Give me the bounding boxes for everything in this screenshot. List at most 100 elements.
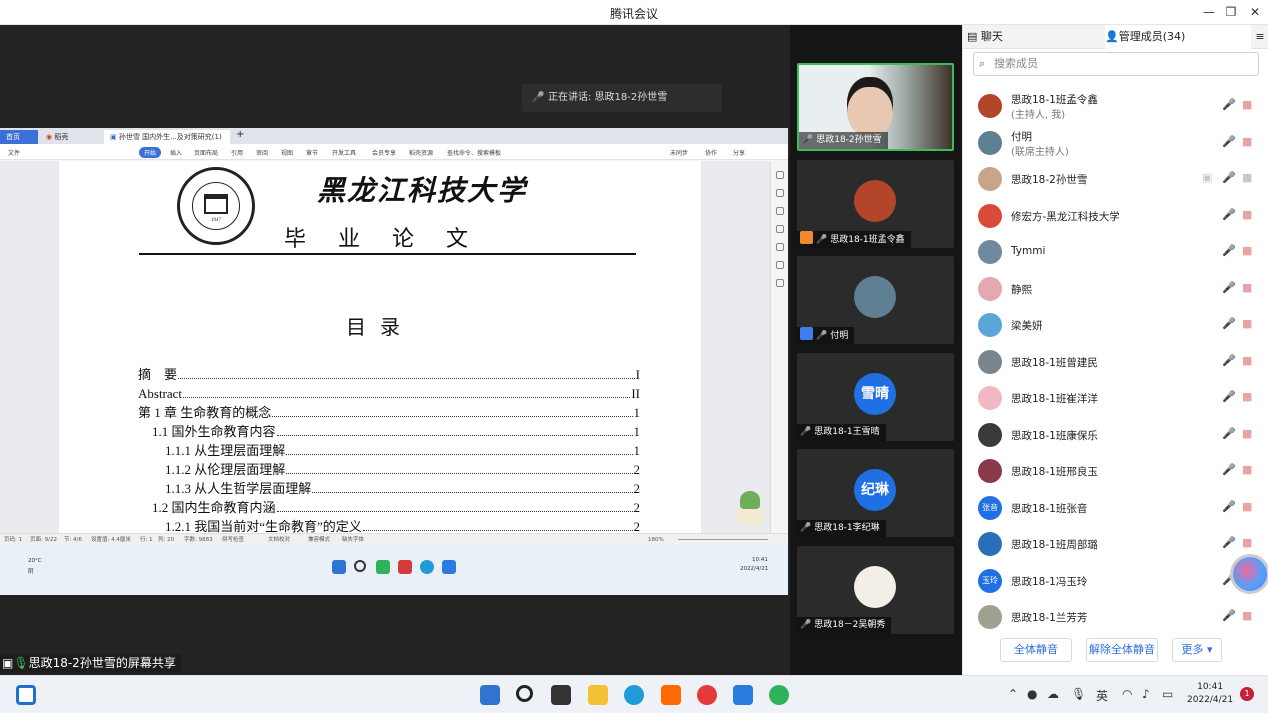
mic-muted-icon[interactable]: 🎤 — [1222, 354, 1236, 367]
menu-layout[interactable]: 页面布局 — [194, 148, 218, 157]
mic-muted-icon[interactable]: 🎤 — [1222, 244, 1236, 257]
task-view-icon[interactable] — [551, 685, 571, 705]
mic-muted-icon[interactable]: 🎤 — [1222, 98, 1236, 111]
side-tool-icon[interactable] — [776, 189, 784, 197]
remote-wps-icon[interactable] — [398, 560, 412, 574]
toc-entry[interactable]: 1.2 国内生命教育内涵 2 — [138, 498, 640, 517]
menu-section[interactable]: 章节 — [306, 148, 318, 157]
close-button[interactable]: ✕ — [1242, 3, 1268, 21]
menu-share[interactable]: 分享 — [733, 148, 745, 157]
wifi-icon[interactable]: ◠ — [1122, 687, 1132, 701]
menu-refs[interactable]: 引用 — [231, 148, 243, 157]
toc-entry[interactable]: 摘 要I — [138, 365, 640, 384]
member-search-input[interactable]: ⌕ 搜索成员 — [973, 52, 1259, 76]
mic-muted-icon[interactable]: 🎤 — [1222, 317, 1236, 330]
ime-indicator[interactable]: 英 — [1096, 687, 1108, 704]
video-off-icon[interactable]: ■ — [1242, 390, 1252, 403]
video-tile[interactable]: 🎤 付明 — [797, 256, 954, 344]
new-tab-icon[interactable]: + — [236, 129, 244, 140]
mic-muted-icon[interactable]: 🎤 — [1222, 135, 1236, 148]
side-tool-icon[interactable] — [776, 225, 784, 233]
video-tile[interactable]: 🎤 思政18-2孙世雪 — [797, 63, 954, 151]
document-page[interactable]: 1947 黑龙江科技大学 毕业论文 目录 摘 要 I Abstract II 第 1 章… — [59, 161, 701, 533]
document-area[interactable]: 1947 黑龙江科技大学 毕业论文 目录 摘 要 I Abstract II 第 1 章… — [0, 161, 770, 533]
member-row[interactable]: Tymmi 🎤 ■ — [963, 234, 1268, 271]
video-off-icon[interactable]: ■ — [1242, 317, 1252, 330]
mic-muted-icon[interactable]: 🎤 — [1222, 390, 1236, 403]
menu-resource[interactable]: 稻壳资源 — [409, 148, 433, 157]
side-tool-icon[interactable] — [776, 243, 784, 251]
unmute-all-button[interactable]: 解除全体静音 — [1086, 638, 1158, 662]
search-taskbar-icon[interactable] — [516, 685, 533, 702]
tab-members[interactable]: 👤管理成员(34) — [1105, 25, 1251, 49]
video-off-icon[interactable]: ■ — [1242, 208, 1252, 221]
video-off-icon[interactable]: ■ — [1242, 98, 1252, 111]
toc-entry[interactable]: 第 1 章 生命教育的概念 1 — [138, 403, 640, 422]
zoom-slider[interactable] — [678, 539, 768, 540]
qq-icon[interactable]: ● — [1027, 687, 1037, 701]
video-off-icon[interactable]: ■ — [1242, 500, 1252, 513]
member-row[interactable]: 付明 (联席主持人) 🎤 ■ — [963, 125, 1268, 162]
menu-devtools[interactable]: 开发工具 — [332, 148, 356, 157]
floating-assistant-icon[interactable] — [1233, 557, 1267, 591]
video-off-icon[interactable]: ■ — [1242, 609, 1252, 622]
wps-tab-docer[interactable]: ◉ 稻壳 — [40, 130, 100, 144]
toc-entry[interactable]: 1.2.1 我国当前对“生命教育”的定义 2 — [138, 517, 640, 533]
toc-entry[interactable]: 1.1.2 从伦理层面理解 2 — [138, 460, 640, 479]
video-tile[interactable]: 🎤 思政18-1班孟令鑫 — [797, 160, 954, 248]
file-explorer-icon[interactable] — [588, 685, 608, 705]
more-button[interactable]: 更多 ▾ — [1172, 638, 1222, 662]
member-row[interactable]: 思政18-2孙世雪 ▣ 🎤 ■ — [963, 161, 1268, 198]
menu-review[interactable]: 审阅 — [256, 148, 268, 157]
member-row[interactable]: 思政18-1兰芳芳 🎤 ■ — [963, 599, 1268, 636]
microphone-icon[interactable]: 🎙 — [1071, 687, 1086, 701]
taskbar-clock[interactable]: 10:41 2022/4/21 — [1187, 681, 1233, 707]
start-icon[interactable] — [480, 685, 500, 705]
chevron-up-icon[interactable]: ⌃ — [1008, 687, 1018, 701]
wechat-icon[interactable] — [769, 685, 789, 705]
menu-insert[interactable]: 插入 — [170, 148, 182, 157]
command-search[interactable]: 查找命令、搜索模板 — [447, 148, 501, 157]
notification-badge[interactable]: 1 — [1240, 687, 1254, 701]
member-row[interactable]: 张音 思政18-1班张音 🎤 ■ — [963, 490, 1268, 527]
video-off-icon[interactable]: ■ — [1242, 427, 1252, 440]
video-tile[interactable]: 纪琳 🎤 思政18-1李纪琳 — [797, 449, 954, 537]
video-off-icon[interactable]: ■ — [1242, 135, 1252, 148]
mic-icon[interactable]: 🎤 — [1222, 208, 1236, 221]
video-off-icon[interactable]: ■ — [1242, 463, 1252, 476]
video-on-icon[interactable]: ■ — [1242, 171, 1252, 184]
volume-icon[interactable]: ♪ — [1142, 687, 1150, 701]
edge-icon[interactable] — [624, 685, 644, 705]
member-row[interactable]: 思政18-1班周部璐 🎤 ■ — [963, 526, 1268, 563]
toc-entry[interactable]: Abstract II — [138, 384, 640, 403]
video-off-icon[interactable]: ■ — [1242, 536, 1252, 549]
mic-muted-icon[interactable]: 🎤 — [1222, 536, 1236, 549]
member-row[interactable]: 修宏方-黑龙江科技大学 🎤 ■ — [963, 198, 1268, 235]
mute-all-button[interactable]: 全体静音 — [1000, 638, 1072, 662]
mic-muted-icon[interactable]: 🎤 — [1222, 427, 1236, 440]
side-tool-icon[interactable] — [776, 279, 784, 287]
toc-entry[interactable]: 1.1.3 从人生哲学层面理解 2 — [138, 479, 640, 498]
remote-start-icon[interactable] — [332, 560, 346, 574]
cloud-icon[interactable]: ☁ — [1047, 687, 1059, 701]
toc-entry[interactable]: 1.1.1 从生理层面理解 1 — [138, 441, 640, 460]
side-tool-icon[interactable] — [776, 261, 784, 269]
menu-view[interactable]: 视图 — [281, 148, 293, 157]
desktop-plant-widget[interactable] — [730, 491, 770, 535]
mic-on-icon[interactable]: 🎤 — [1222, 171, 1236, 184]
mic-muted-icon[interactable]: 🎤 — [1222, 281, 1236, 294]
panel-menu-icon[interactable]: ≡ — [1251, 25, 1268, 49]
member-row[interactable]: 玉玲思政18-1冯玉玲🎤■ — [963, 563, 1268, 600]
sync-status[interactable]: 未同步 — [670, 148, 688, 157]
side-tool-icon[interactable] — [776, 207, 784, 215]
mic-muted-icon[interactable]: 🎤 — [1222, 500, 1236, 513]
video-tile[interactable]: 雪晴 🎤 思政18-1王雪晴 — [797, 353, 954, 441]
remote-search-icon[interactable] — [354, 560, 366, 572]
mi-icon[interactable] — [661, 685, 681, 705]
member-row[interactable]: 思政18-1班康保乐 🎤 ■ — [963, 417, 1268, 454]
restore-button[interactable]: ❐ — [1218, 3, 1244, 21]
member-row[interactable]: 梁美妍 🎤 ■ — [963, 307, 1268, 344]
wps-tab-home[interactable]: 首页 — [0, 130, 38, 144]
toc-entry[interactable]: 1.1 国外生命教育内容 1 — [138, 422, 640, 441]
video-tile[interactable]: 🎤 思政18－2吴朝秀 — [797, 546, 954, 634]
